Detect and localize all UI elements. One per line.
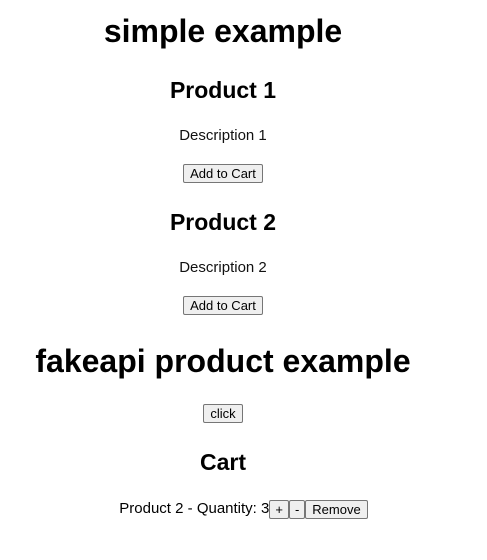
page: simple example Product 1 Description 1 A… — [0, 0, 487, 560]
decrease-quantity-button[interactable]: - — [288, 499, 306, 519]
product-2-add-to-cart-button[interactable]: Add to Cart — [183, 296, 263, 315]
product-2-description: Description 2 — [179, 259, 267, 276]
fakeapi-click-button[interactable]: click — [203, 404, 243, 423]
product-1-name: Product 1 — [169, 77, 277, 103]
product-2-name: Product 2 — [169, 209, 277, 235]
remove-item-button[interactable]: Remove — [305, 499, 368, 519]
cart-item-controls: + - Remove — [269, 499, 368, 519]
product-1-description: Description 1 — [179, 127, 267, 144]
cart-title: Cart — [199, 449, 246, 475]
cart-item-label: Product 2 - Quantity: 3 — [119, 500, 270, 517]
product-1-add-to-cart-button[interactable]: Add to Cart — [183, 164, 263, 183]
fakeapi-example-title: fakeapi product example — [35, 343, 411, 379]
simple-example-title: simple example — [103, 13, 343, 49]
product-2-actions: Add to Cart — [0, 296, 446, 315]
fakeapi-actions: click — [0, 404, 446, 423]
product-1-actions: Add to Cart — [0, 164, 446, 183]
increase-quantity-button[interactable]: + — [269, 499, 289, 519]
cart-item: Product 2 - Quantity: 3 + - Remove — [0, 499, 487, 519]
